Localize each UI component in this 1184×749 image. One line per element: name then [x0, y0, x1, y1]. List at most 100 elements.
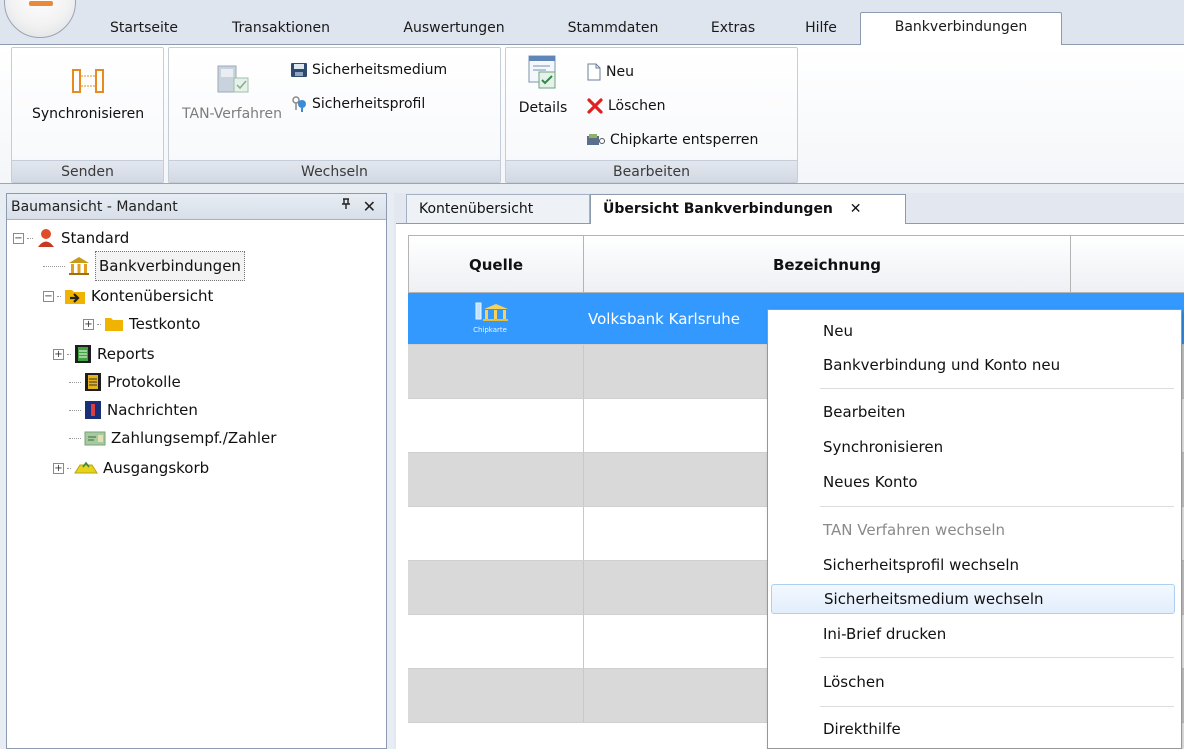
floppy-disk-icon: [291, 63, 307, 77]
tan-device-icon: [217, 65, 249, 93]
tree-node-standard[interactable]: − Standard: [13, 224, 129, 252]
group-label-senden: Senden: [12, 160, 163, 182]
tan-verfahren-label: TAN-Verfahren: [182, 106, 282, 122]
close-tab-icon[interactable]: ✕: [850, 201, 862, 217]
tree-node-kontenuebersicht[interactable]: − Kontenübersicht: [43, 282, 213, 310]
tree-node-reports[interactable]: + Reports: [53, 340, 155, 368]
collapse-toggle-icon[interactable]: −: [43, 290, 54, 302]
details-form-icon: [528, 55, 556, 89]
tree-panel-header: Baumansicht - Mandant ✕: [7, 194, 386, 220]
menu-item-ini-brief-drucken[interactable]: Ini-Brief drucken: [771, 619, 1175, 649]
tree-node-testkonto[interactable]: + Testkonto: [83, 310, 200, 338]
tree-node-label: Standard: [61, 229, 130, 247]
tree-node-label: Kontenübersicht: [91, 287, 214, 305]
outbox-tray-icon: [74, 461, 98, 474]
chipkarte-entsperren-label: Chipkarte entsperren: [610, 132, 759, 148]
column-header-quelle[interactable]: Quelle: [408, 235, 584, 293]
sicherheitsmedium-button[interactable]: Sicherheitsmedium: [290, 58, 447, 82]
bezeichnung-cell: Volksbank Karlsruhe: [588, 310, 740, 328]
bank-icon: [69, 257, 89, 275]
ribbon-group-bearbeiten: Details Neu Löschen Chipkarte entsperren…: [505, 47, 798, 183]
pin-icon[interactable]: [340, 194, 352, 220]
details-label: Details: [518, 100, 568, 116]
menu-separator: [820, 657, 1174, 658]
menu-separator: [820, 506, 1174, 507]
loeschen-button[interactable]: Löschen: [586, 94, 665, 118]
menu-separator: [820, 706, 1174, 707]
menu-item-tan-verfahren-wechseln[interactable]: TAN Verfahren wechseln: [771, 515, 1175, 545]
tree-node-label: Zahlungsempf./Zahler: [111, 429, 277, 447]
tree-node-bankverbindungen[interactable]: Bankverbindungen: [43, 251, 245, 281]
tree-node-nachrichten[interactable]: Nachrichten: [69, 396, 198, 424]
doc-tab-label: Kontenübersicht: [419, 201, 534, 217]
synchronisieren-button[interactable]: Synchronisieren: [16, 62, 160, 148]
menu-separator: [820, 388, 1174, 389]
neu-label: Neu: [606, 64, 634, 80]
report-icon: [75, 345, 91, 363]
ribbon-group-senden: Synchronisieren Senden: [11, 47, 164, 183]
ribbon-group-wechseln: TAN-Verfahren Sicherheitsmedium Sicherhe…: [168, 47, 501, 183]
tree-node-label: Protokolle: [107, 373, 181, 391]
card-reader-icon: [587, 134, 605, 145]
neu-button[interactable]: Neu: [586, 60, 634, 84]
loeschen-label: Löschen: [608, 98, 666, 114]
tab-stammdaten[interactable]: Stammdaten: [550, 14, 676, 44]
expand-toggle-icon[interactable]: +: [83, 318, 94, 330]
sicherheitsprofil-button[interactable]: Sicherheitsprofil: [290, 92, 425, 116]
synchronize-icon: [72, 69, 104, 93]
column-header-bezeichnung[interactable]: Bezeichnung: [583, 235, 1071, 293]
menu-item-bankverbindung-konto-neu[interactable]: Bankverbindung und Konto neu: [771, 350, 1175, 380]
sicherheitsmedium-label: Sicherheitsmedium: [312, 62, 448, 78]
log-icon: [85, 373, 101, 391]
collapse-toggle-icon[interactable]: −: [13, 232, 24, 244]
tree-panel-title: Baumansicht - Mandant: [11, 199, 178, 215]
pin-glyph-icon: [342, 198, 350, 209]
synchronisieren-label: Synchronisieren: [31, 106, 145, 122]
menu-item-loeschen[interactable]: Löschen: [771, 667, 1175, 697]
doc-tab-uebersicht-bankverbindungen[interactable]: Übersicht Bankverbindungen ✕: [590, 194, 906, 224]
expand-toggle-icon[interactable]: +: [53, 348, 64, 360]
doc-tab-kontenuebersicht[interactable]: Kontenübersicht: [406, 194, 590, 224]
tab-hilfe[interactable]: Hilfe: [790, 14, 852, 44]
ribbon-tab-strip: Startseite Transaktionen Auswertungen St…: [0, 0, 1184, 45]
context-menu: Neu Bankverbindung und Konto neu Bearbei…: [767, 309, 1182, 749]
tree-node-ausgangskorb[interactable]: + Ausgangskorb: [53, 454, 209, 482]
new-document-icon: [587, 63, 601, 81]
chipkarte-bank-icon: Chipkarte: [473, 302, 508, 334]
tab-startseite[interactable]: Startseite: [94, 14, 194, 44]
address-book-icon: [84, 431, 106, 446]
menu-item-direkthilfe[interactable]: Direkthilfe: [771, 714, 1175, 744]
tree-node-label: Reports: [97, 345, 155, 363]
menu-item-bearbeiten[interactable]: Bearbeiten: [771, 397, 1175, 427]
menu-item-sicherheitsmedium-wechseln[interactable]: Sicherheitsmedium wechseln: [771, 584, 1175, 614]
tree-node-label: Ausgangskorb: [103, 459, 210, 477]
details-button[interactable]: Details: [510, 54, 576, 152]
tree-node-protokolle[interactable]: Protokolle: [69, 368, 181, 396]
tree-node-zahlungsempfaenger[interactable]: Zahlungsempf./Zahler: [69, 424, 276, 452]
chipkarte-icon-text: Chipkarte: [473, 326, 507, 334]
tree-node-label: Testkonto: [129, 315, 201, 333]
menu-item-neu[interactable]: Neu: [771, 316, 1175, 346]
tree-node-label: Bankverbindungen: [95, 251, 245, 281]
column-header-extra[interactable]: [1070, 235, 1184, 293]
tab-transaktionen[interactable]: Transaktionen: [212, 14, 350, 44]
tan-verfahren-button[interactable]: TAN-Verfahren: [173, 62, 291, 148]
tab-bankverbindungen[interactable]: Bankverbindungen: [860, 12, 1062, 45]
tab-auswertungen[interactable]: Auswertungen: [384, 14, 524, 44]
key-profile-icon: [292, 96, 306, 112]
group-label-wechseln: Wechseln: [169, 160, 500, 182]
delete-x-icon: [587, 98, 603, 114]
chipkarte-entsperren-button[interactable]: Chipkarte entsperren: [586, 128, 758, 152]
menu-item-neues-konto[interactable]: Neues Konto: [771, 467, 1175, 497]
close-panel-icon[interactable]: ✕: [363, 194, 376, 220]
group-label-bearbeiten: Bearbeiten: [506, 160, 797, 182]
message-icon: [85, 401, 101, 419]
person-icon: [38, 229, 54, 247]
ribbon: Synchronisieren Senden TAN-Verfahren Sic…: [0, 44, 1184, 184]
menu-item-sicherheitsprofil-wechseln[interactable]: Sicherheitsprofil wechseln: [771, 550, 1175, 580]
menu-item-synchronisieren[interactable]: Synchronisieren: [771, 432, 1175, 462]
doc-tab-label: Übersicht Bankverbindungen: [603, 201, 833, 217]
tab-extras[interactable]: Extras: [697, 14, 769, 44]
expand-toggle-icon[interactable]: +: [53, 462, 64, 474]
tree-panel: Baumansicht - Mandant ✕ − Standard Bankv…: [6, 193, 387, 749]
